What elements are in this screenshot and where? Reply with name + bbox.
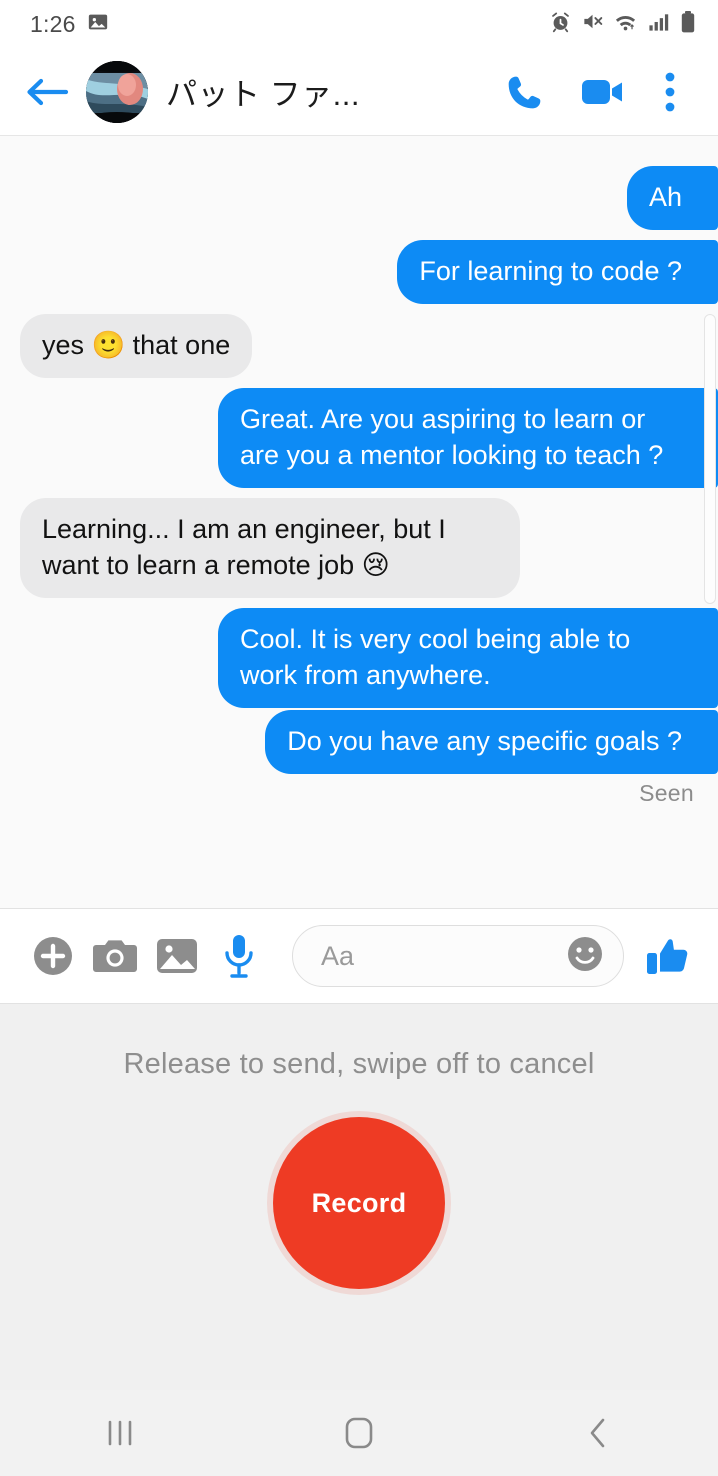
header-actions xyxy=(486,71,698,113)
message-composer: Aa xyxy=(0,908,718,1004)
voice-call-icon[interactable] xyxy=(486,72,564,112)
overflow-menu-icon[interactable] xyxy=(642,71,698,113)
contact-avatar[interactable] xyxy=(86,60,148,123)
message-row[interactable]: Cool. It is very cool being able to work… xyxy=(20,608,718,708)
thread-scrollbar[interactable] xyxy=(704,314,716,604)
message-thread[interactable]: Ah For learning to code ? yes 🙂 that one… xyxy=(0,136,718,908)
status-bar: 1:26 xyxy=(0,0,718,48)
back-nav-icon[interactable] xyxy=(479,1415,718,1451)
battery-icon xyxy=(680,10,696,39)
gallery-icon[interactable] xyxy=(146,936,208,976)
contact-name: パット ファ... xyxy=(166,77,360,112)
microphone-icon[interactable] xyxy=(208,933,270,979)
camera-icon[interactable] xyxy=(84,936,146,976)
record-hint-text: Release to send, swipe off to cancel xyxy=(123,1048,595,1080)
message-row[interactable] xyxy=(20,136,698,158)
read-receipt: Seen xyxy=(639,780,694,806)
message-input-placeholder: Aa xyxy=(321,940,355,971)
message-list: Ah For learning to code ? yes 🙂 that one… xyxy=(20,136,718,807)
message-bubble-incoming[interactable]: yes 🙂 that one xyxy=(20,314,253,378)
signal-icon xyxy=(647,10,671,38)
conversation-header: パット ファ... xyxy=(0,48,718,136)
alarm-icon xyxy=(549,10,572,38)
message-row[interactable]: For learning to code ? xyxy=(20,240,718,304)
system-navigation-bar xyxy=(0,1390,718,1476)
message-row[interactable]: Great. Are you aspiring to learn or are … xyxy=(20,388,718,488)
phone-screen: 1:26 パット ファ... Ah For learning to code ?… xyxy=(0,0,718,1476)
status-bar-right xyxy=(549,10,696,39)
message-input-field[interactable]: Aa xyxy=(292,925,624,987)
message-bubble-outgoing[interactable]: Great. Are you aspiring to learn or are … xyxy=(218,388,718,488)
message-bubble-outgoing[interactable]: Cool. It is very cool being able to work… xyxy=(218,608,718,708)
message-row[interactable]: yes 🙂 that one xyxy=(20,314,698,378)
image-icon xyxy=(87,11,109,38)
home-icon[interactable] xyxy=(239,1415,478,1451)
mute-icon xyxy=(581,10,604,38)
message-row[interactable]: Ah xyxy=(20,166,718,230)
record-button-label: Record xyxy=(311,1187,407,1218)
message-bubble-outgoing[interactable]: For learning to code ? xyxy=(397,240,718,304)
recents-icon[interactable] xyxy=(0,1416,239,1450)
status-bar-clock: 1:26 xyxy=(30,10,76,37)
emoji-smiley-icon[interactable] xyxy=(563,932,607,981)
message-bubble-outgoing[interactable]: Do you have any specific goals ? xyxy=(265,710,718,774)
message-bubble-outgoing[interactable]: Ah xyxy=(626,166,718,230)
wifi-icon xyxy=(613,10,638,38)
back-button[interactable] xyxy=(24,75,78,109)
video-call-icon[interactable] xyxy=(564,75,642,109)
status-bar-left: 1:26 xyxy=(30,11,109,38)
thumbs-up-icon[interactable] xyxy=(640,934,696,978)
message-row[interactable]: Learning... I am an engineer, but I want… xyxy=(20,498,698,598)
record-button[interactable]: Record xyxy=(273,1117,445,1289)
add-plus-icon[interactable] xyxy=(22,933,84,979)
voice-record-panel: Release to send, swipe off to cancel Rec… xyxy=(0,1004,718,1390)
message-row[interactable]: Do you have any specific goals ? xyxy=(20,710,718,774)
message-bubble-incoming[interactable]: Learning... I am an engineer, but I want… xyxy=(20,498,520,598)
